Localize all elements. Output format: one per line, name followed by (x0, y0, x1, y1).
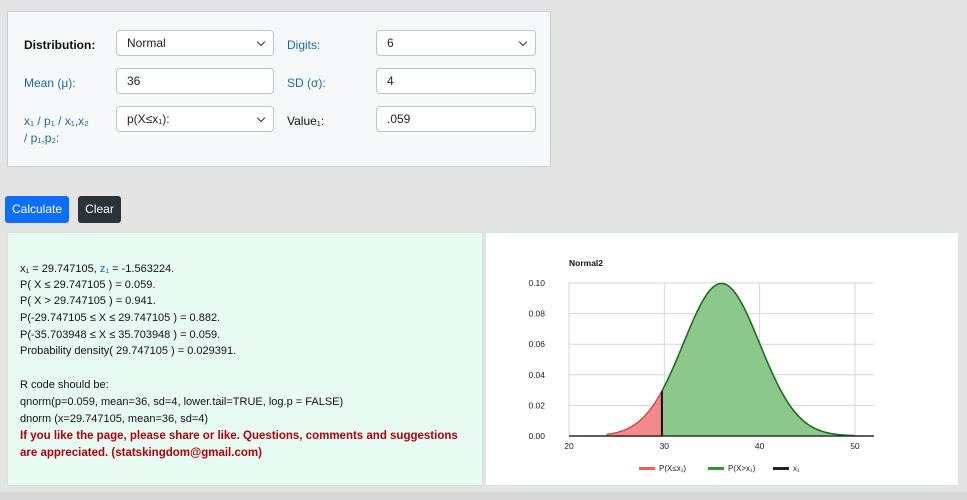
legend-swatch (708, 467, 724, 470)
r-code-title: R code should be: (20, 379, 109, 391)
footer-strip (0, 492, 967, 500)
value1-label: Value₁: (287, 114, 325, 128)
value1-input-value: .059 (387, 112, 411, 126)
digits-label: Digits: (287, 38, 321, 52)
y-tick-label: 0.02 (528, 400, 545, 410)
result-line: P(-35.703948 ≤ X ≤ 35.703948 ) = 0.059. (20, 329, 221, 341)
z1-value: = -1.563224. (112, 263, 175, 275)
mean-label: Mean (μ): (24, 76, 76, 90)
x-tick-label: 50 (850, 441, 860, 451)
distribution-label: Distribution: (24, 38, 96, 52)
x-tick-label: 40 (755, 441, 765, 451)
result-line: P( X > 29.747105 ) = 0.941. (20, 295, 156, 307)
digits-select-value: 6 (387, 36, 394, 50)
distribution-select-value: Normal (127, 36, 166, 50)
legend-swatch (773, 467, 789, 470)
chart-title: Normal2 (569, 258, 603, 268)
r-code-line: dnorm (x=29.747105, mean=36, sd=4) (20, 413, 209, 425)
sd-input[interactable]: 4 (376, 68, 536, 94)
sd-input-value: 4 (387, 74, 394, 88)
mode-label-line1: x₁ / p₁ / x₁,x₂ (24, 114, 89, 128)
right-area (661, 283, 855, 436)
z1-label: z₁ (99, 263, 110, 275)
distribution-form: Distribution: Normal Digits: 6 Mean (μ):… (7, 11, 551, 167)
normal-distribution-chart: 0.00 0.02 0.04 0.06 0.08 0.10 20 30 40 50 Normal2 P… (528, 258, 874, 473)
clear-button[interactable]: Clear (78, 196, 121, 223)
y-tick-label: 0.04 (528, 370, 545, 380)
results-panel: x₁ = 29.747105, z₁ = -1.563224. P( X ≤ 2… (7, 232, 483, 486)
x-tick-label: 20 (564, 441, 574, 451)
legend-label: P(X≤x₁) (659, 464, 686, 473)
x1-z1-line: x₁ = 29.747105, z₁ = -1.563224. (20, 263, 174, 275)
y-tick-label: 0.08 (528, 309, 545, 319)
mode-label-line2: / p₁,p₂: (24, 131, 60, 145)
y-tick-label: 0.00 (528, 431, 545, 441)
value1-input[interactable]: .059 (376, 106, 536, 132)
mean-input[interactable]: 36 (116, 68, 274, 94)
result-line: Probability density( 29.747105 ) = 0.029… (20, 345, 237, 357)
mean-input-value: 36 (127, 74, 141, 88)
distribution-select[interactable]: Normal (116, 30, 274, 56)
legend-label: x₁ (793, 464, 800, 473)
x1-value: x₁ = 29.747105, (20, 263, 97, 275)
result-line: P( X ≤ 29.747105 ) = 0.059. (20, 279, 156, 291)
y-tick-label: 0.10 (528, 278, 545, 288)
mode-select-value: p(X≤x₁): (127, 112, 170, 126)
result-line: P(-29.747105 ≤ X ≤ 29.747105 ) = 0.882. (20, 312, 221, 324)
legend-swatch (639, 467, 655, 470)
r-code-line: qnorm(p=0.059, mean=36, sd=4, lower.tail… (20, 396, 344, 408)
legend-label: P(X>x₁) (728, 464, 756, 473)
mode-select[interactable]: p(X≤x₁): (116, 106, 274, 132)
chart-panel: 0.00 0.02 0.04 0.06 0.08 0.10 20 30 40 50 Normal2 P… (485, 232, 959, 486)
left-tail-area (606, 390, 663, 437)
share-message: If you like the page, please share or li… (20, 430, 458, 442)
sd-label: SD (σ): (287, 76, 326, 90)
digits-select[interactable]: 6 (376, 30, 536, 56)
x-tick-label: 30 (660, 441, 670, 451)
y-tick-label: 0.06 (528, 339, 545, 349)
calculate-button[interactable]: Calculate (5, 196, 69, 223)
share-message-2: are appreciated. (statskingdom@gmail.com… (20, 447, 262, 459)
